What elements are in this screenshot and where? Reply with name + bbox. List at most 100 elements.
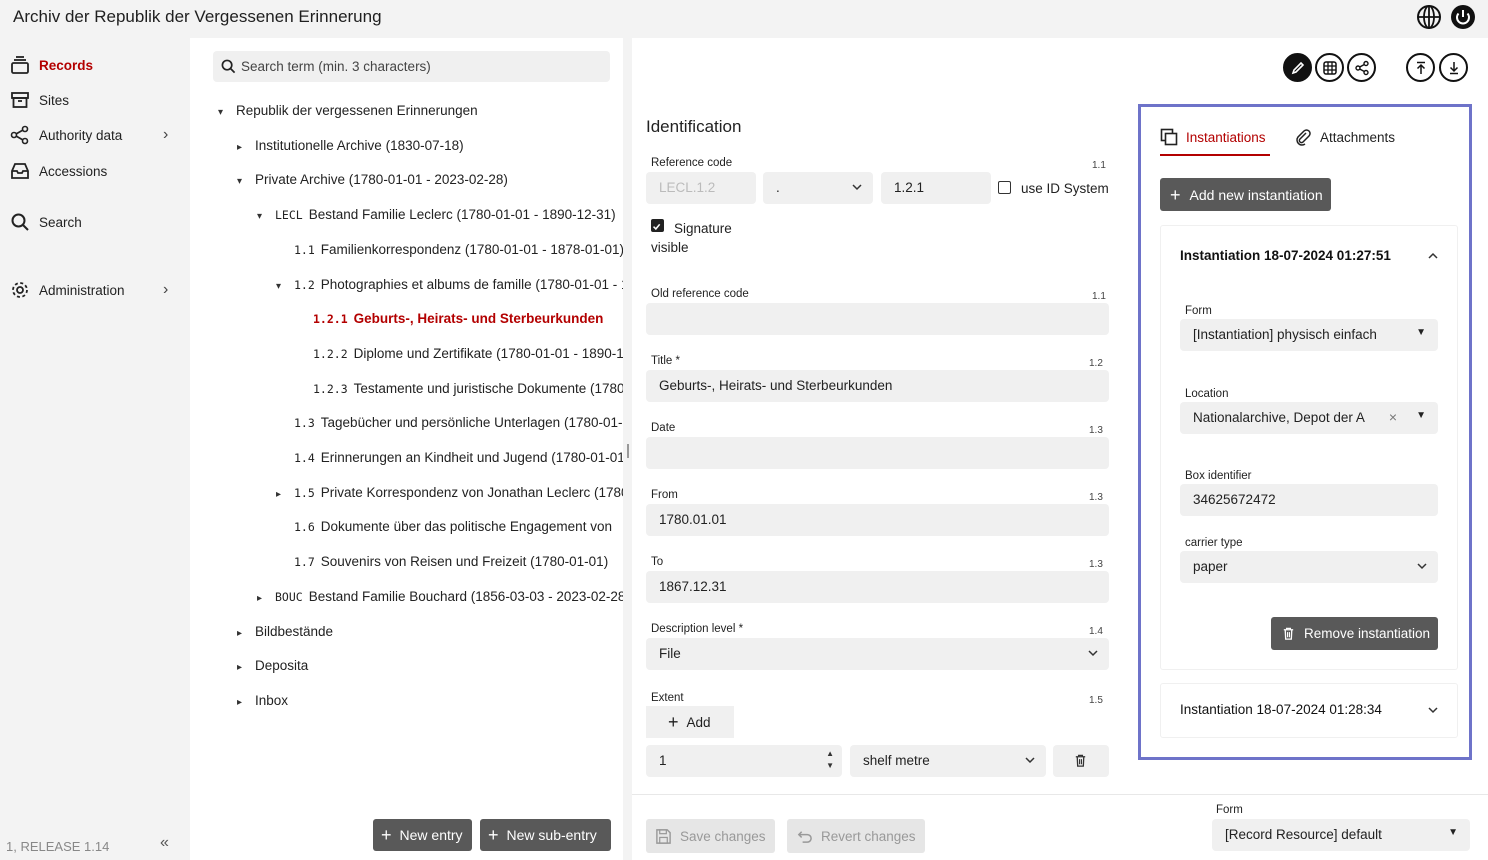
from-input[interactable]: 1780.01.01 <box>646 504 1109 536</box>
caret-down-icon[interactable]: ▾ <box>257 211 275 222</box>
caret-right-icon[interactable]: ▸ <box>276 489 294 500</box>
tree-row-label: Diplome und Zertifikate (1780-01-01 - 18… <box>353 345 623 361</box>
sidebar-item-administration[interactable]: Administration <box>10 278 125 302</box>
record-form-select[interactable]: [Record Resource] default ▼ <box>1212 819 1470 851</box>
tree-row[interactable]: ▾ Private Archive (1780-01-01 - 2023-02-2… <box>237 172 508 192</box>
sidebar-item-records[interactable]: Records <box>10 53 93 77</box>
tree-row[interactable]: ▸ Institutionelle Archive (1830-07-18) <box>237 138 464 158</box>
caret-down-icon[interactable]: ▾ <box>276 281 294 292</box>
title-num: 1.2 <box>1089 358 1103 369</box>
section-title: Identification <box>646 117 742 136</box>
caret-right-icon[interactable]: ▸ <box>237 662 255 673</box>
reference-code-separator-select[interactable]: . <box>763 172 873 204</box>
share-nodes-icon <box>10 125 29 145</box>
extent-quantity-input[interactable]: 1 ▲ ▼ <box>646 745 842 777</box>
tree-row[interactable]: ▸ Bildbestände <box>237 624 333 644</box>
panel-splitter[interactable] <box>627 444 629 458</box>
tree-row-label: Testamente und juristische Dokumente (17… <box>353 380 623 396</box>
tree-row[interactable]: 1.4 Erinnerungen an Kindheit und Jugend (… <box>276 450 623 470</box>
bottom-bar: Save changes Revert changes Form [Record… <box>632 794 1488 860</box>
tree-row[interactable]: ▸ BOUC Bestand Familie Bouchard (1856-03-0… <box>257 589 623 609</box>
extent-add-button[interactable]: + Add <box>646 706 734 738</box>
sidebar-item-label: Sites <box>39 92 70 108</box>
inst-location-select[interactable]: Nationalarchive, Depot der A × ▼ <box>1180 402 1438 434</box>
description-level-select[interactable]: File <box>646 638 1109 670</box>
table-view-button[interactable] <box>1315 53 1344 82</box>
sidebar: Records Sites Authority data › Accession… <box>0 38 190 860</box>
remove-instantiation-button[interactable]: Remove instantiation <box>1271 617 1438 650</box>
chevron-up-icon[interactable] <box>1427 250 1439 262</box>
tab-attachments[interactable]: Attachments <box>1294 128 1395 146</box>
tree-row[interactable]: ▸ Inbox <box>237 693 288 713</box>
clear-icon[interactable]: × <box>1389 409 1397 425</box>
new-sub-entry-button[interactable]: + New sub-entry <box>480 819 611 851</box>
tree-search-input[interactable]: Search term (min. 3 characters) <box>213 51 610 82</box>
title-input[interactable]: Geburts-, Heirats- und Sterbeurkunden <box>646 370 1109 402</box>
tree-row[interactable]: 1.3 Tagebücher und persönliche Unterlagen… <box>276 415 623 435</box>
delete-extent-button[interactable] <box>1053 745 1109 777</box>
extent-unit-select[interactable]: shelf metre <box>850 745 1046 777</box>
tree-row[interactable]: 1.2.3 Testamente und juristische Dokument… <box>295 381 623 401</box>
tree-row[interactable]: ▾ LECL Bestand Familie Leclerc (1780-01-01… <box>257 207 616 227</box>
date-input[interactable] <box>646 437 1109 469</box>
caret-right-icon[interactable]: ▸ <box>237 697 255 708</box>
inst-box-input[interactable]: 34625672472 <box>1180 484 1438 516</box>
instantiation-card: Instantiation 18-07-2024 01:27:51 Form [… <box>1160 225 1458 670</box>
share-button[interactable] <box>1347 53 1376 82</box>
tree-row[interactable]: ▾ 1.2 Photographies et albums de famille (… <box>276 277 623 297</box>
sidebar-item-sites[interactable]: Sites <box>10 88 69 112</box>
tree-row-code: 1.3 <box>294 416 315 431</box>
globe-icon[interactable] <box>1416 4 1442 30</box>
chevron-right-icon: › <box>163 281 169 298</box>
tab-label: Instantiations <box>1186 129 1266 145</box>
tree-row-code: 1.2.1 <box>313 312 348 327</box>
caret-right-icon[interactable]: ▸ <box>237 142 255 153</box>
chevron-down-icon[interactable] <box>1427 704 1439 716</box>
to-input[interactable]: 1867.12.31 <box>646 571 1109 603</box>
inst-form-select[interactable]: [Instantiation] physisch einfach ▼ <box>1180 319 1438 351</box>
reference-code-input[interactable]: 1.2.1 <box>881 172 991 204</box>
tree-row[interactable]: 1.2.1 Geburts-, Heirats- und Sterbeurkund… <box>295 311 603 331</box>
instantiation-title[interactable]: Instantiation 18-07-2024 01:27:51 <box>1180 248 1391 263</box>
trash-icon <box>1283 627 1294 640</box>
caret-right-icon[interactable]: ▸ <box>257 593 275 604</box>
edit-button[interactable] <box>1283 53 1312 82</box>
chevron-down-icon <box>1025 757 1035 764</box>
tab-instantiations[interactable]: Instantiations <box>1160 128 1266 146</box>
tree-row[interactable]: ▸ Deposita <box>237 658 308 678</box>
sidebar-item-authority-data[interactable]: Authority data <box>10 123 122 147</box>
sidebar-item-accessions[interactable]: Accessions <box>10 159 107 183</box>
instantiation-title[interactable]: Instantiation 18-07-2024 01:28:34 <box>1180 702 1382 717</box>
reference-code-label: Reference code <box>651 157 733 169</box>
power-icon[interactable] <box>1450 4 1476 30</box>
sidebar-item-search[interactable]: Search <box>10 210 82 234</box>
revert-changes-button[interactable]: Revert changes <box>787 819 925 853</box>
tree-row[interactable]: 1.1 Familienkorrespondenz (1780-01-01 - 1… <box>276 242 623 262</box>
upload-button[interactable] <box>1406 53 1435 82</box>
tree-row[interactable]: ▾ Republik der vergessenen Erinnerungen <box>218 103 478 123</box>
to-label: To <box>651 556 664 568</box>
caret-down-icon[interactable]: ▾ <box>218 107 236 118</box>
inst-carrier-select[interactable]: paper <box>1180 551 1438 583</box>
arrow-down-icon <box>1449 61 1458 74</box>
old-reference-code-input[interactable] <box>646 303 1109 335</box>
new-entry-button[interactable]: + New entry <box>373 819 472 851</box>
tree-row[interactable]: 1.6 Dokumente über das politische Engagem… <box>276 519 612 539</box>
caret-down-icon[interactable]: ▾ <box>237 176 255 187</box>
use-id-system-checkbox[interactable] <box>998 181 1011 194</box>
tree-row-label: Republik der vergessenen Erinnerungen <box>236 103 478 118</box>
paperclip-icon <box>1296 129 1311 146</box>
chevron-down-icon <box>1088 650 1098 657</box>
sidebar-item-label: Administration <box>39 282 125 298</box>
caret-right-icon[interactable]: ▸ <box>237 628 255 639</box>
tree-row[interactable]: 1.7 Souvenirs von Reisen und Freizeit (17… <box>276 554 608 574</box>
add-new-instantiation-button[interactable]: + Add new instantiation <box>1160 178 1331 211</box>
download-button[interactable] <box>1439 53 1468 82</box>
undo-icon <box>797 830 812 843</box>
collapse-sidebar-icon[interactable]: « <box>160 834 169 852</box>
tree-row[interactable]: 1.2.2 Diplome und Zertifikate (1780-01-01… <box>295 346 623 366</box>
tree-row[interactable]: ▸ 1.5 Private Korrespondenz von Jonathan L… <box>276 485 623 505</box>
save-changes-button[interactable]: Save changes <box>646 819 775 853</box>
stepper-arrows-icon[interactable]: ▲ ▼ <box>826 748 834 772</box>
tree-row-code: BOUC <box>275 589 303 604</box>
